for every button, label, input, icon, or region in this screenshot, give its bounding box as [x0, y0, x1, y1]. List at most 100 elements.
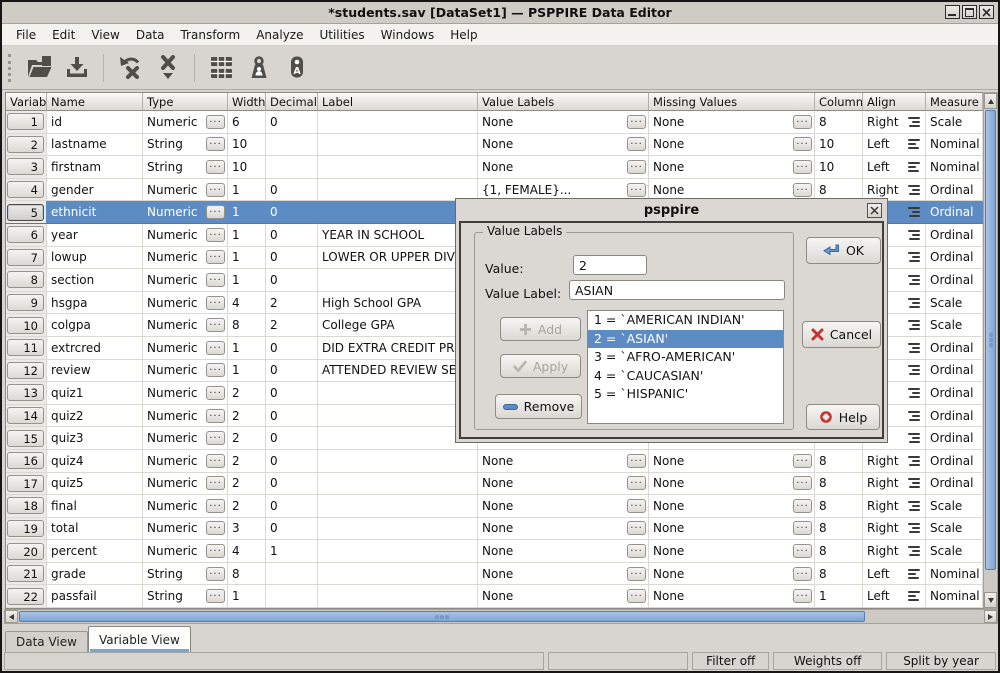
cell-name[interactable]: quiz1: [47, 382, 143, 405]
cell-label[interactable]: [318, 111, 478, 134]
value-labels-button[interactable]: A: [278, 50, 316, 86]
cell-columns[interactable]: 10: [815, 134, 863, 157]
cell-value-labels[interactable]: None...: [478, 156, 649, 179]
scroll-up-button[interactable]: [984, 93, 997, 109]
row-header-button[interactable]: 15: [7, 430, 44, 447]
row-header-button[interactable]: 19: [7, 520, 44, 537]
cell-width[interactable]: 8: [228, 563, 266, 586]
cell-value-labels[interactable]: None...: [478, 495, 649, 518]
cell-type[interactable]: Numeric...: [143, 224, 228, 247]
type-ellipsis-button[interactable]: ...: [206, 521, 225, 535]
cell-width[interactable]: 1: [228, 360, 266, 383]
cell-type[interactable]: Numeric...: [143, 292, 228, 315]
cell-width[interactable]: 6: [228, 111, 266, 134]
cell-label[interactable]: [318, 540, 478, 563]
cell-decimals[interactable]: 0: [266, 427, 318, 450]
cell-type[interactable]: Numeric...: [143, 473, 228, 496]
cell-label[interactable]: [318, 269, 478, 292]
type-ellipsis-button[interactable]: ...: [206, 567, 225, 581]
row-header-button[interactable]: 9: [7, 294, 44, 311]
cell-name[interactable]: lastname: [47, 134, 143, 157]
column-header-variable[interactable]: Variable: [6, 93, 47, 111]
row-header-button[interactable]: 17: [7, 475, 44, 492]
weight-cases-button[interactable]: [240, 50, 278, 86]
cell-measure[interactable]: Scale: [926, 314, 983, 337]
cell-name[interactable]: colgpa: [47, 314, 143, 337]
cell-label[interactable]: [318, 201, 478, 224]
missing-values-ellipsis-button[interactable]: ...: [793, 454, 812, 468]
menu-analyze[interactable]: Analyze: [248, 26, 311, 44]
row-header-button[interactable]: 5: [7, 204, 44, 221]
type-ellipsis-button[interactable]: ...: [206, 137, 225, 151]
cell-align[interactable]: Right: [863, 111, 926, 134]
cell-type[interactable]: Numeric...: [143, 111, 228, 134]
column-header-measure[interactable]: Measure: [926, 93, 983, 111]
cell-value-labels[interactable]: None...: [478, 518, 649, 541]
cell-decimals[interactable]: 2: [266, 314, 318, 337]
cell-decimals[interactable]: 0: [266, 224, 318, 247]
toolbar-grip-handle[interactable]: [8, 54, 12, 82]
column-header-width[interactable]: Width: [228, 93, 266, 111]
cell-columns[interactable]: 8: [815, 518, 863, 541]
value-labels-list[interactable]: 1 = `AMERICAN INDIAN'2 = `ASIAN'3 = `AFR…: [587, 310, 784, 424]
cell-align[interactable]: Left: [863, 563, 926, 586]
row-header-button[interactable]: 21: [7, 565, 44, 582]
cell-columns[interactable]: 8: [815, 111, 863, 134]
cell-measure[interactable]: Ordinal: [926, 473, 983, 496]
add-button[interactable]: Add: [500, 317, 581, 341]
cell-decimals[interactable]: 0: [266, 382, 318, 405]
cell-value-labels[interactable]: None...: [478, 111, 649, 134]
horizontal-scroll-thumb[interactable]: [19, 611, 865, 622]
cell-width[interactable]: 4: [228, 292, 266, 315]
cell-label[interactable]: DID EXTRA CREDIT PRO: [318, 337, 478, 360]
cell-name[interactable]: grade: [47, 563, 143, 586]
cell-columns[interactable]: 8: [815, 473, 863, 496]
cell-measure[interactable]: Scale: [926, 495, 983, 518]
cell-value-labels[interactable]: None...: [478, 450, 649, 473]
cell-label[interactable]: High School GPA: [318, 292, 478, 315]
cell-decimals[interactable]: 0: [266, 201, 318, 224]
cell-type[interactable]: String...: [143, 156, 228, 179]
type-ellipsis-button[interactable]: ...: [206, 318, 225, 332]
cell-measure[interactable]: Ordinal: [926, 179, 983, 202]
row-header-button[interactable]: 3: [7, 158, 44, 175]
missing-values-ellipsis-button[interactable]: ...: [793, 589, 812, 603]
cell-decimals[interactable]: 2: [266, 292, 318, 315]
cell-measure[interactable]: Scale: [926, 540, 983, 563]
open-file-button[interactable]: [20, 50, 58, 86]
cell-missing-values[interactable]: None...: [649, 111, 815, 134]
value-label-list-item[interactable]: 4 = `CAUCASIAN': [588, 367, 783, 386]
split-file-button[interactable]: [202, 50, 240, 86]
cell-value-labels[interactable]: None...: [478, 585, 649, 608]
cell-label[interactable]: [318, 473, 478, 496]
cell-value-labels[interactable]: None...: [478, 540, 649, 563]
cell-align[interactable]: Left: [863, 156, 926, 179]
cell-decimals[interactable]: 0: [266, 518, 318, 541]
column-header-name[interactable]: Name: [47, 93, 143, 111]
column-header-decimals[interactable]: Decimals: [266, 93, 318, 111]
cell-measure[interactable]: Ordinal: [926, 201, 983, 224]
cell-missing-values[interactable]: None...: [649, 563, 815, 586]
column-header-value-labels[interactable]: Value Labels: [478, 93, 649, 111]
help-button[interactable]: Help: [806, 404, 880, 430]
cell-width[interactable]: 4: [228, 540, 266, 563]
cell-decimals[interactable]: [266, 156, 318, 179]
cell-type[interactable]: Numeric...: [143, 405, 228, 428]
row-header-button[interactable]: 12: [7, 362, 44, 379]
cell-label[interactable]: [318, 495, 478, 518]
cell-width[interactable]: 1: [228, 269, 266, 292]
cell-type[interactable]: Numeric...: [143, 540, 228, 563]
cell-measure[interactable]: Nominal: [926, 563, 983, 586]
cell-align[interactable]: Left: [863, 134, 926, 157]
column-header-missing-values[interactable]: Missing Values: [649, 93, 815, 111]
value-labels-ellipsis-button[interactable]: ...: [627, 589, 646, 603]
cell-width[interactable]: 1: [228, 224, 266, 247]
row-header-button[interactable]: 16: [7, 452, 44, 469]
cell-name[interactable]: total: [47, 518, 143, 541]
cell-missing-values[interactable]: None...: [649, 540, 815, 563]
cell-label[interactable]: LOWER OR UPPER DIVIS: [318, 247, 478, 270]
row-header-button[interactable]: 18: [7, 497, 44, 514]
cell-name[interactable]: firstnam: [47, 156, 143, 179]
type-ellipsis-button[interactable]: ...: [206, 386, 225, 400]
value-labels-ellipsis-button[interactable]: ...: [627, 521, 646, 535]
